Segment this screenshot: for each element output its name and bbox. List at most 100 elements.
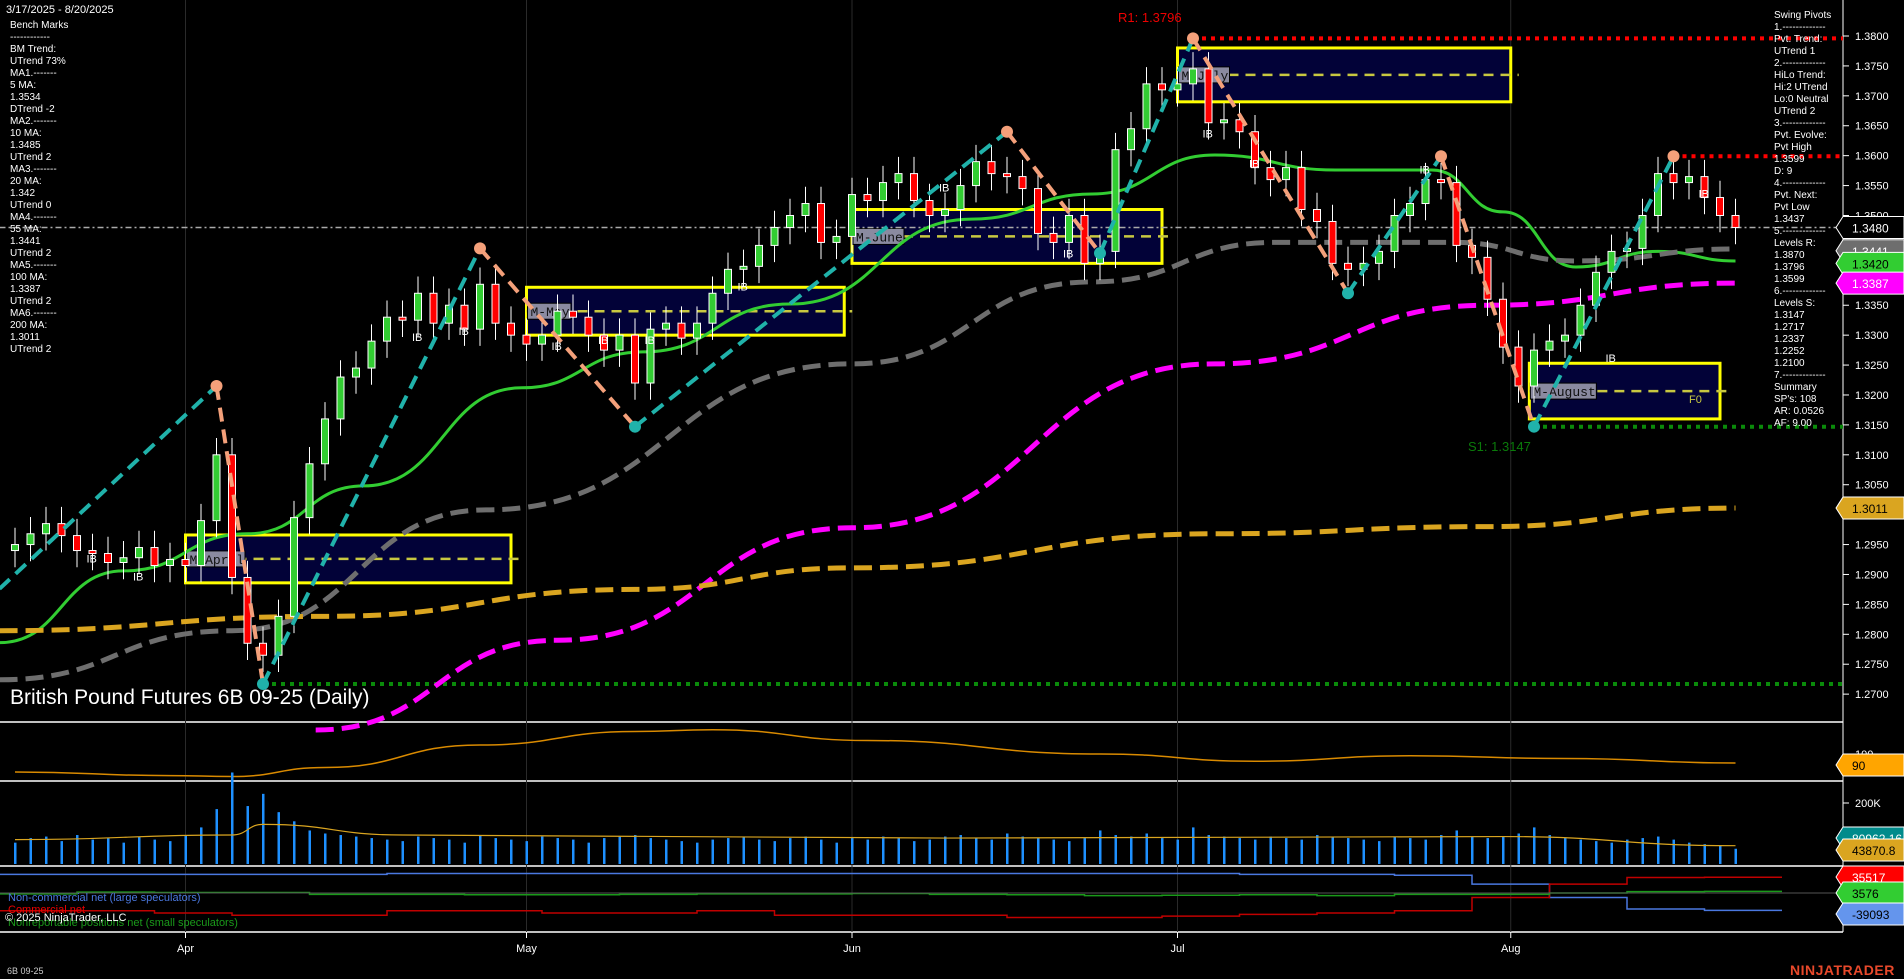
bench-mark-line: UTrend 2	[10, 248, 52, 259]
copyright: © 2025 NinjaTrader, LLC	[5, 912, 127, 924]
candle-body	[1049, 232, 1058, 243]
candle-body	[1189, 68, 1197, 85]
candle-body	[383, 316, 391, 342]
volume-bar	[153, 839, 156, 864]
bench-mark-line: UTrend 2	[10, 296, 52, 307]
month-label: Apr	[176, 943, 195, 955]
candle-body	[104, 553, 112, 564]
swing-pivot-dot	[1435, 150, 1447, 163]
volume-bar	[1626, 839, 1629, 864]
swing-pivot-line: Hi:2 UTrend	[1774, 82, 1828, 93]
candle-body	[693, 322, 701, 339]
swing-pivot-line: HiLo Trend:	[1774, 70, 1826, 81]
candle-body	[755, 244, 763, 267]
swing-pivot-line: 1.3599	[1774, 274, 1805, 285]
volume-bar	[618, 836, 621, 864]
volume-bar	[1734, 848, 1737, 864]
volume-bar	[711, 839, 714, 864]
volume-bar	[169, 841, 172, 864]
volume-bar	[1579, 839, 1582, 864]
volume-bar	[1440, 835, 1443, 864]
price-tick-label: 1.2700	[1855, 689, 1889, 701]
bench-mark-line: UTrend 2	[10, 152, 52, 163]
volume-bar	[959, 835, 962, 864]
candle-body	[274, 615, 283, 656]
candle-body	[972, 161, 980, 187]
indicator-tag-text: 43870.8	[1852, 844, 1896, 858]
price-tick-label: 1.3700	[1855, 91, 1889, 103]
price-tick-label: 1.3250	[1855, 360, 1889, 372]
price-tick-label: 1.3150	[1855, 420, 1889, 432]
swing-leg	[478, 247, 637, 429]
candle-body	[491, 283, 500, 324]
cot-commercial-line	[0, 876, 1782, 919]
volume-bar	[29, 838, 32, 864]
price-tick-label: 1.2900	[1855, 569, 1889, 581]
volume-bar	[432, 838, 435, 864]
bench-mark-line: UTrend 73%	[10, 56, 66, 67]
volume-bar	[835, 842, 838, 864]
volume-bar	[820, 839, 823, 864]
legend-noncommercial: Non-commercial net (large speculators)	[8, 892, 201, 904]
swing-pivot-dot	[1667, 150, 1680, 163]
candle-body	[925, 200, 934, 216]
candle-body	[57, 523, 66, 537]
volume-bar	[882, 836, 885, 864]
price-chart[interactable]: 1.3800 1.3750 1.3700 1.3650 1.3600 1.3550 1.35…	[0, 0, 1904, 979]
volume-bar	[1378, 841, 1381, 864]
month-label: May	[516, 943, 537, 955]
bench-mark-line: 1.3534	[10, 92, 41, 103]
monthly-box-label: M-May	[531, 305, 570, 320]
volume-bar	[1688, 842, 1691, 864]
candle-body	[1390, 214, 1399, 252]
swing-pivot-line: SP's: 108	[1774, 394, 1817, 405]
volume-bar	[525, 841, 528, 864]
candle-body	[1328, 220, 1337, 264]
volume-bar	[649, 838, 652, 864]
candle-body	[1220, 119, 1228, 124]
volume-bar	[1455, 830, 1458, 864]
volume-bar	[1176, 839, 1179, 864]
candle-body	[1452, 182, 1461, 246]
swing-pivots-panel: Swing Pivots 1.------------- Pvt. Trend: UT…	[1774, 10, 1831, 430]
inside-bar-label: IB	[645, 335, 655, 347]
f0-label: F0	[1689, 394, 1702, 406]
volume-bar	[1393, 836, 1396, 864]
indicator-tag-bg	[1835, 753, 1904, 777]
price-tick-label: 1.3100	[1855, 450, 1889, 462]
volume-bar	[1223, 836, 1226, 864]
candle-body	[708, 292, 717, 324]
candle-body	[1545, 340, 1554, 351]
swing-pivot-line: Pvt Low	[1774, 202, 1810, 213]
swing-pivot-line: 2.-------------	[1774, 58, 1826, 69]
swing-pivot-line: AR: 0.0526	[1774, 406, 1825, 417]
swing-pivot-line: 7.-------------	[1774, 370, 1826, 381]
swing-pivot-line: 1.3437	[1774, 214, 1805, 225]
volume-bar	[1502, 836, 1505, 864]
candle-body	[863, 194, 872, 202]
candle-body	[1437, 179, 1445, 184]
candle-body	[429, 292, 438, 324]
candle-body	[1127, 128, 1135, 151]
volume-bar	[1269, 836, 1272, 864]
volume-bar	[696, 842, 699, 864]
volume-bar	[1641, 838, 1644, 864]
swing-pivot-line: 1.2717	[1774, 322, 1805, 333]
candle-body	[476, 283, 484, 330]
price-tick-label: 1.3050	[1855, 480, 1889, 492]
date-range: 3/17/2025 - 8/20/2025	[6, 4, 114, 16]
volume-bar	[541, 836, 544, 864]
swing-pivot-line: 1.2252	[1774, 346, 1805, 357]
volume-bar	[742, 836, 745, 864]
swing-pivot-line: Pvt. Next:	[1774, 190, 1818, 201]
volume-bar	[231, 772, 234, 864]
bench-mark-line: 200 MA:	[10, 320, 48, 331]
indicator-tag-text: -39093	[1852, 908, 1890, 922]
volume-bar	[370, 838, 373, 864]
volume-bar	[556, 838, 559, 864]
indicator-tag-text: 90	[1852, 759, 1866, 773]
candle-body	[1065, 214, 1073, 243]
bench-mark-line: 1.3011	[10, 332, 40, 343]
volume-bar	[758, 839, 761, 864]
volume-bar	[1409, 838, 1412, 864]
